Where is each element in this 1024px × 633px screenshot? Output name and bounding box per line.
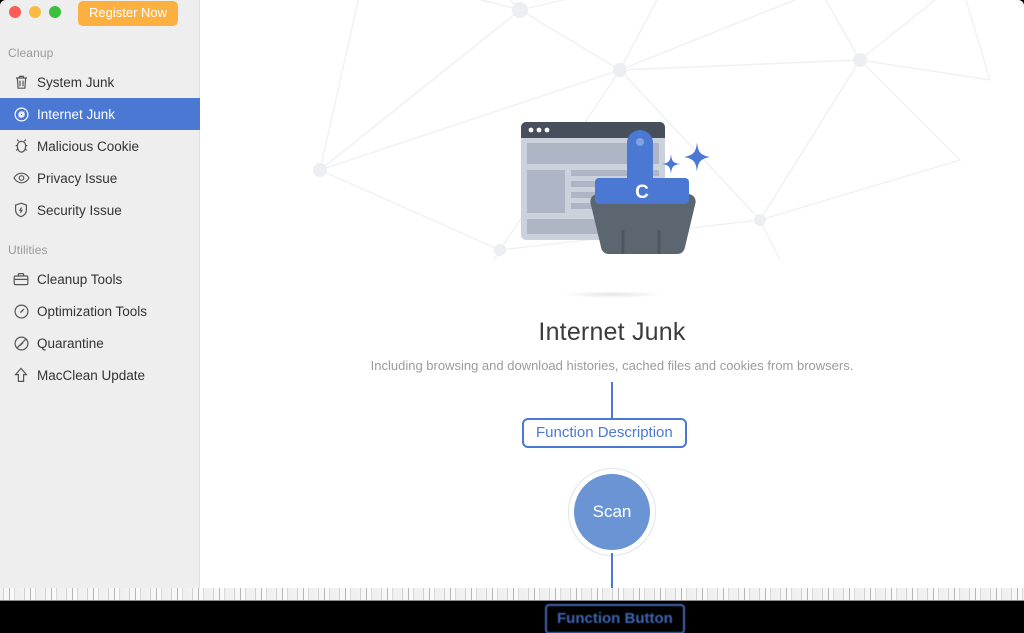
shield-icon (12, 201, 30, 219)
svg-text:C: C (635, 182, 649, 203)
sidebar-nav-utilities: Cleanup Tools Optimization Tools Quarant… (0, 263, 200, 391)
compass-icon (12, 105, 30, 123)
sidebar-item-label: MacClean Update (37, 367, 146, 383)
illustration-shadow (562, 291, 662, 298)
annotation-function-description: Function Description (522, 418, 687, 448)
sidebar-item-optimization-tools[interactable]: Optimization Tools (0, 295, 200, 327)
sidebar-item-system-junk[interactable]: System Junk (0, 66, 200, 98)
gauge-icon (12, 302, 30, 320)
sidebar-item-macclean-update[interactable]: MacClean Update (0, 359, 200, 391)
annotation-connector-description (611, 382, 613, 418)
window-traffic-lights (9, 6, 61, 18)
minimize-window-button[interactable] (29, 6, 41, 18)
sidebar-item-label: Quarantine (37, 335, 104, 351)
bug-icon (12, 137, 30, 155)
sidebar-item-label: Cleanup Tools (37, 271, 123, 287)
zoom-window-button[interactable] (49, 6, 61, 18)
application-window: Register Now Cleanup System Junk Interne… (0, 0, 1024, 601)
scan-button[interactable]: Scan (574, 474, 650, 550)
sidebar-nav-cleanup: System Junk Internet Junk Malicious Cook… (0, 66, 200, 226)
page-subtitle: Including browsing and download historie… (370, 358, 854, 373)
sidebar-item-label: System Junk (37, 74, 115, 90)
eye-icon (12, 169, 30, 187)
sidebar-item-internet-junk[interactable]: Internet Junk (0, 98, 200, 130)
sidebar-item-label: Internet Junk (37, 106, 116, 122)
annotation-function-button: Function Button (545, 604, 685, 633)
hero-illustration: C (200, 112, 1024, 287)
sidebar-item-label: Privacy Issue (37, 170, 118, 186)
sidebar-group-title-utilities: Utilities (8, 243, 48, 257)
sidebar-item-label: Optimization Tools (37, 303, 148, 319)
sidebar-item-label: Security Issue (37, 202, 122, 218)
window-bottom-edge (0, 588, 1024, 601)
briefcase-icon (12, 270, 30, 288)
page-title: Internet Junk (538, 318, 686, 346)
sidebar-item-malicious-cookie[interactable]: Malicious Cookie (0, 130, 200, 162)
main-content: C Internet Junk Including browsing and d… (200, 0, 1024, 601)
sidebar-item-privacy-issue[interactable]: Privacy Issue (0, 162, 200, 194)
trash-icon (12, 73, 30, 91)
app-root: Register Now Cleanup System Junk Interne… (0, 0, 1024, 633)
sidebar-item-label: Malicious Cookie (37, 138, 140, 154)
close-window-button[interactable] (9, 6, 21, 18)
sidebar-item-security-issue[interactable]: Security Issue (0, 194, 200, 226)
sidebar-item-quarantine[interactable]: Quarantine (0, 327, 200, 359)
register-now-button[interactable]: Register Now (78, 1, 179, 26)
sidebar-group-title-cleanup: Cleanup (8, 46, 54, 60)
sidebar-item-cleanup-tools[interactable]: Cleanup Tools (0, 263, 200, 295)
screen-bottom-letterbox (0, 601, 1024, 633)
sidebar: Register Now Cleanup System Junk Interne… (0, 0, 200, 588)
prohibited-icon (12, 334, 30, 352)
up-arrow-icon (12, 366, 30, 384)
scan-button-wrapper: Scan (568, 468, 656, 556)
